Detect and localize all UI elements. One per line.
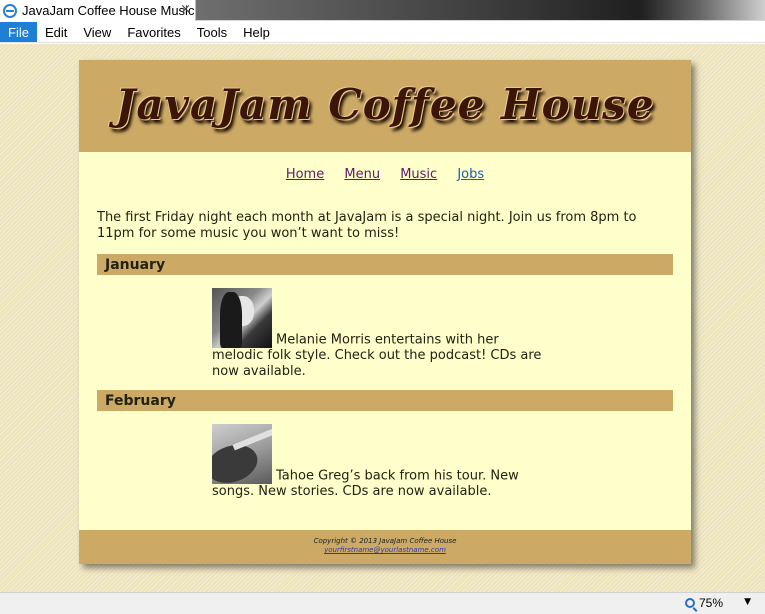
melanie-morris-photo [212, 288, 272, 348]
copyright-text: Copyright © 2013 JavaJam Coffee House [313, 537, 457, 545]
browser-statusbar: 75% ▼ [0, 592, 765, 614]
nav-link-home[interactable]: Home [286, 167, 324, 182]
menu-tools[interactable]: Tools [189, 22, 235, 42]
browser-viewport: JavaJam Coffee House Home Menu Music Job… [0, 44, 765, 592]
zoom-control[interactable]: 75% [684, 596, 723, 610]
nav-link-music[interactable]: Music [400, 167, 437, 182]
footer-email-link[interactable]: yourfirstname@yourlastname.com [79, 546, 691, 554]
nav-link-jobs[interactable]: Jobs [457, 167, 484, 182]
site-nav: Home Menu Music Jobs [79, 167, 691, 182]
menu-help[interactable]: Help [235, 22, 278, 42]
month-heading-january: January [97, 254, 673, 275]
menu-file[interactable]: File [0, 22, 37, 42]
site-logo: JavaJam Coffee House [115, 79, 655, 129]
browser-tab[interactable]: JavaJam Coffee House Music × [0, 0, 196, 21]
tahoe-greg-guitar-photo [212, 424, 272, 484]
internet-explorer-icon [3, 3, 17, 18]
menu-view[interactable]: View [75, 22, 119, 42]
tab-title: JavaJam Coffee House Music [22, 3, 195, 18]
month-heading-february: February [97, 390, 673, 411]
zoom-level: 75% [698, 596, 723, 610]
zoom-magnifier-icon [684, 598, 695, 608]
menu-favorites[interactable]: Favorites [119, 22, 188, 42]
event-february: Tahoe Greg’s back from his tour. New son… [212, 424, 552, 500]
page-container: JavaJam Coffee House Home Menu Music Job… [79, 60, 691, 564]
nav-link-menu[interactable]: Menu [344, 167, 380, 182]
browser-menubar: File Edit View Favorites Tools Help [0, 22, 765, 43]
site-header: JavaJam Coffee House [79, 60, 691, 152]
zoom-dropdown-icon[interactable]: ▼ [744, 597, 751, 607]
site-footer: Copyright © 2013 JavaJam Coffee House yo… [79, 530, 691, 564]
browser-titlebar: JavaJam Coffee House Music × [0, 0, 765, 21]
intro-paragraph: The first Friday night each month at Jav… [97, 210, 637, 241]
menu-edit[interactable]: Edit [37, 22, 75, 42]
event-january: Melanie Morris entertains with her melod… [212, 288, 552, 379]
tab-close-icon[interactable]: × [180, 2, 191, 17]
